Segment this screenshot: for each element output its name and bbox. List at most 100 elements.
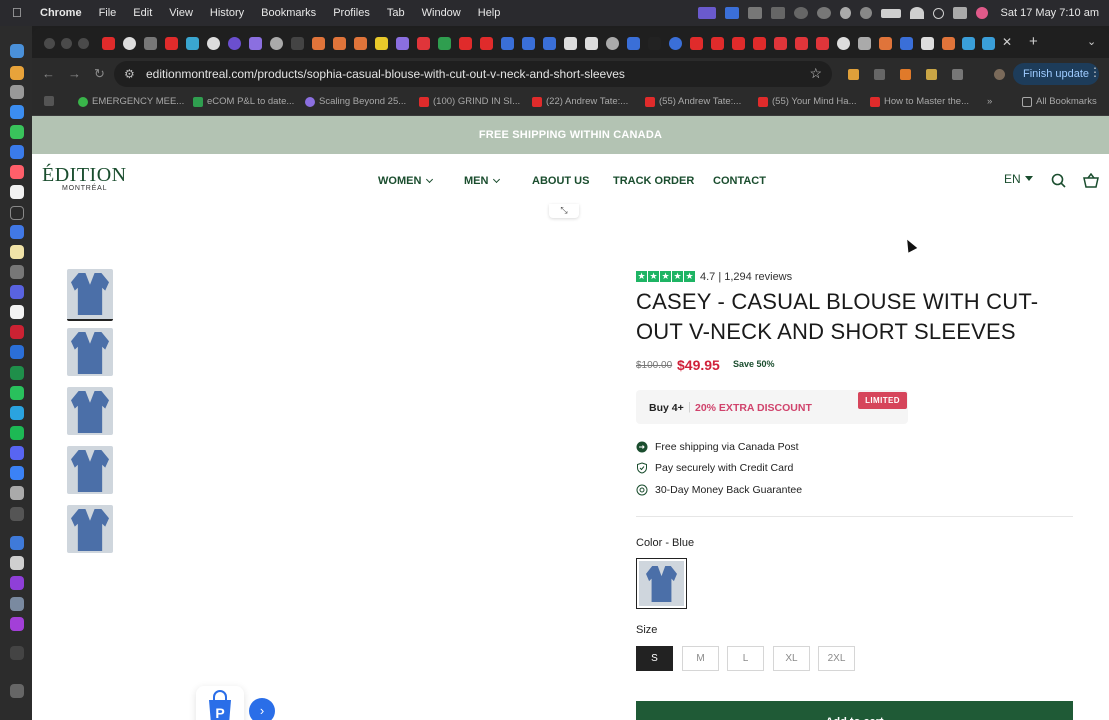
language-selector[interactable]: EN	[1004, 172, 1033, 186]
reload-icon[interactable]: ↻	[94, 66, 105, 82]
bookmark-item[interactable]: eCOM P&L to date...	[193, 96, 294, 107]
moon-icon[interactable]	[839, 7, 851, 19]
photos-icon[interactable]	[10, 165, 24, 179]
spotlight-search-icon[interactable]	[932, 7, 944, 19]
tab-icon[interactable]	[270, 37, 283, 50]
menu-app-name[interactable]: Chrome	[40, 7, 82, 19]
menu-file[interactable]: File	[99, 7, 117, 19]
menu-tab[interactable]: Tab	[387, 7, 405, 19]
tab-icon[interactable]	[249, 37, 262, 50]
tab-sheets-icon[interactable]	[438, 37, 451, 50]
color-swatch-blue[interactable]	[636, 558, 687, 609]
tab-icon[interactable]	[962, 37, 975, 50]
music-icon[interactable]	[10, 206, 24, 220]
downloads-icon[interactable]	[10, 646, 24, 660]
tab-youtube-icon[interactable]	[753, 37, 766, 50]
tab-icon[interactable]	[207, 37, 220, 50]
site-logo[interactable]: ÉDITION MONTRÉAL	[42, 164, 127, 192]
app-store-icon[interactable]	[10, 225, 24, 239]
tab-claude-icon[interactable]	[354, 37, 367, 50]
nav-about-us[interactable]: ABOUT US	[532, 175, 589, 187]
more-bookmarks-chevron-icon[interactable]: »	[987, 96, 992, 107]
discord-icon[interactable]	[10, 446, 24, 460]
settings-icon[interactable]	[10, 265, 24, 279]
control-center-icon[interactable]	[952, 7, 967, 19]
tab-meta-icon[interactable]	[522, 37, 535, 50]
calendar-icon[interactable]	[10, 185, 24, 199]
tab-icon[interactable]	[858, 37, 871, 50]
nav-contact[interactable]: CONTACT	[713, 175, 766, 187]
tab-meta-icon[interactable]	[627, 37, 640, 50]
nav-track-order[interactable]: TRACK ORDER	[613, 175, 694, 187]
finder-icon[interactable]	[10, 44, 24, 58]
bookmark-item[interactable]: Scaling Beyond 25...	[305, 96, 406, 107]
slack-icon[interactable]	[10, 305, 24, 319]
tab-icon[interactable]	[396, 37, 409, 50]
whatsapp-icon[interactable]	[10, 386, 24, 400]
bookmark-item[interactable]: (22) Andrew Tate:...	[532, 96, 628, 107]
tab-youtube-icon[interactable]	[732, 37, 745, 50]
size-option-l[interactable]: L	[727, 646, 764, 671]
linear-icon[interactable]	[10, 285, 24, 299]
tab-youtube-icon[interactable]	[459, 37, 472, 50]
active-tab-icon[interactable]	[982, 37, 995, 50]
add-to-cart-button[interactable]: Add to cart	[636, 701, 1073, 720]
tab-icon[interactable]	[186, 37, 199, 50]
extensions-puzzle-icon[interactable]	[952, 69, 963, 80]
tab-icon[interactable]	[816, 37, 829, 50]
tab-claude-icon[interactable]	[942, 37, 955, 50]
menu-edit[interactable]: Edit	[133, 7, 152, 19]
menu-profiles[interactable]: Profiles	[333, 7, 370, 19]
notes-icon[interactable]	[10, 245, 24, 259]
browser-menu-icon[interactable]: ⋮	[1089, 65, 1101, 79]
tab-meta-icon[interactable]	[543, 37, 556, 50]
stats-icon[interactable]	[747, 7, 762, 19]
chatgpt-icon[interactable]	[816, 7, 831, 19]
tab-youtube-icon[interactable]	[480, 37, 493, 50]
tab-icon[interactable]	[228, 37, 241, 50]
close-tab-icon[interactable]: ✕	[1002, 35, 1012, 49]
product-thumbnail[interactable]	[67, 387, 113, 435]
search-icon[interactable]	[1051, 173, 1066, 188]
app-icon-violet[interactable]	[10, 617, 24, 631]
bookmark-item[interactable]: (55) Andrew Tate:...	[645, 96, 741, 107]
extension-icon[interactable]	[874, 69, 885, 80]
tab-icon[interactable]	[837, 37, 850, 50]
chrome-icon[interactable]	[10, 66, 24, 80]
tab-claude-icon[interactable]	[879, 37, 892, 50]
preview-icon[interactable]	[10, 556, 24, 570]
product-thumbnail[interactable]	[67, 505, 113, 553]
tab-claude-icon[interactable]	[333, 37, 346, 50]
shopping-bag-widget[interactable]: P	[196, 686, 244, 720]
menubar-clock[interactable]: Sat 17 May 7:10 am	[1001, 7, 1099, 19]
bookmark-item[interactable]: (55) Your Mind Ha...	[758, 96, 857, 107]
tab-icon[interactable]	[417, 37, 430, 50]
menu-help[interactable]: Help	[478, 7, 501, 19]
play-icon[interactable]	[859, 7, 872, 19]
launchpad-icon[interactable]	[10, 85, 24, 99]
zoom-icon[interactable]: ⤡	[549, 204, 579, 218]
bookmark-item[interactable]: How to Master the...	[870, 96, 969, 107]
battery-icon[interactable]	[880, 8, 901, 18]
screen-share-icon[interactable]	[697, 7, 716, 19]
zoom-window-button[interactable]	[78, 38, 89, 49]
product-thumbnail[interactable]	[67, 328, 113, 376]
new-tab-icon[interactable]: +	[1029, 33, 1038, 50]
extension-icon[interactable]	[848, 69, 859, 80]
trash-icon[interactable]	[10, 684, 24, 698]
app-icon-purple[interactable]	[10, 576, 24, 590]
safari-icon[interactable]	[10, 105, 24, 119]
tab-icon[interactable]	[501, 37, 514, 50]
tab-icon[interactable]	[606, 37, 619, 50]
spotify-icon[interactable]	[10, 426, 24, 440]
menu-view[interactable]: View	[169, 7, 193, 19]
size-option-2xl[interactable]: 2XL	[818, 646, 855, 671]
finish-update-button[interactable]: Finish update	[1013, 63, 1100, 85]
site-info-icon[interactable]: ⚙	[124, 67, 135, 81]
tab-search-chevron-icon[interactable]: ⌄	[1087, 35, 1096, 48]
word-icon[interactable]	[10, 345, 24, 359]
messages-icon[interactable]	[10, 125, 24, 139]
tab-icon[interactable]	[795, 37, 808, 50]
profile-avatar[interactable]	[994, 69, 1005, 80]
activity-monitor-icon[interactable]	[10, 507, 24, 521]
